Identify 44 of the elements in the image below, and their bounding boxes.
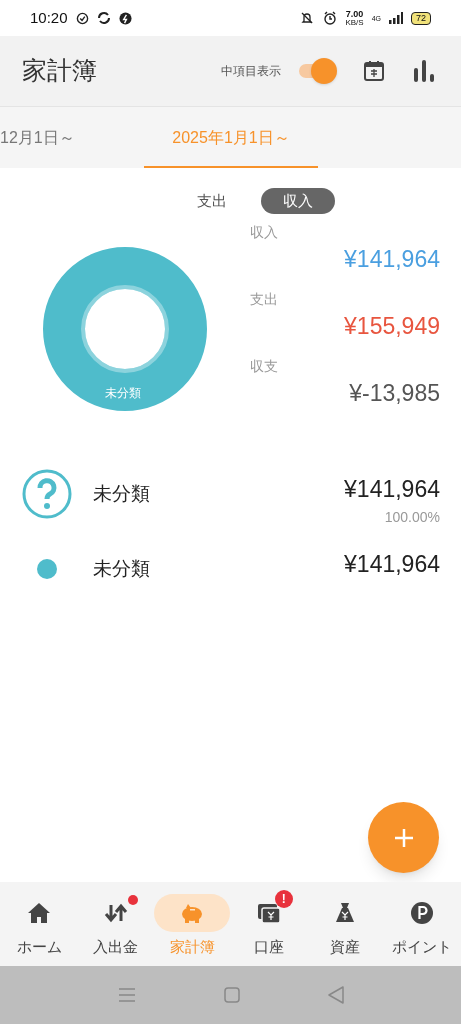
type-toggle-tab[interactable]: 収入 [260, 188, 335, 214]
page-title: 家計簿 [22, 55, 97, 87]
menu-icon[interactable] [117, 988, 136, 1002]
nav-tab[interactable]: ホーム [2, 894, 76, 966]
check-circle-icon [75, 11, 89, 25]
calendar-icon[interactable] [363, 60, 385, 82]
toggle-label: 中項目表示 [221, 63, 281, 80]
point-icon [408, 901, 435, 925]
type-toggle-tab[interactable]: 支出 [174, 188, 249, 214]
yen-cards-icon [255, 901, 282, 925]
summary-label: 収入 [250, 223, 278, 242]
bar-chart-icon[interactable] [413, 60, 437, 82]
toggle-switch[interactable] [297, 57, 337, 85]
period-tab[interactable]: 12月1日～ [0, 107, 79, 168]
nav-tab[interactable]: ポイント [384, 894, 459, 966]
plus-icon [393, 827, 414, 848]
back-icon[interactable] [327, 986, 344, 1004]
battery-indicator: 72 [411, 11, 431, 25]
category-amount: ¥141,964 [344, 475, 440, 504]
summary-label: 収支 [250, 357, 278, 376]
category-percent: 100.00% [384, 507, 440, 527]
nav-tab[interactable]: 入出金 [78, 894, 153, 966]
status-time: 10:20 [30, 7, 68, 28]
home-icon [26, 901, 52, 925]
category-name: 未分類 [93, 482, 150, 506]
category-name: 未分類 [93, 557, 150, 581]
alarm-icon [323, 11, 338, 25]
signal-icon [389, 12, 403, 24]
category-amount: ¥141,964 [344, 550, 440, 579]
bolt-icon [118, 11, 132, 25]
nav-tab[interactable]: 資産 [308, 894, 383, 966]
home-square-icon[interactable] [223, 987, 240, 1003]
slice-label: 未分類 [105, 385, 141, 402]
sync-icon [96, 11, 111, 25]
summary-label: 支出 [250, 290, 278, 309]
question-icon [22, 469, 72, 519]
summary-amount: ¥141,964 [344, 245, 440, 274]
summary-amount: ¥-13,985 [349, 379, 440, 408]
add-button[interactable] [368, 802, 439, 873]
network-speed: 7.00 [345, 9, 364, 19]
alert-badge: ! [274, 890, 293, 908]
up-down-arrows-icon [102, 901, 129, 925]
summary-amount: ¥155,949 [344, 312, 440, 341]
speed-unit: KB/S [345, 18, 364, 27]
